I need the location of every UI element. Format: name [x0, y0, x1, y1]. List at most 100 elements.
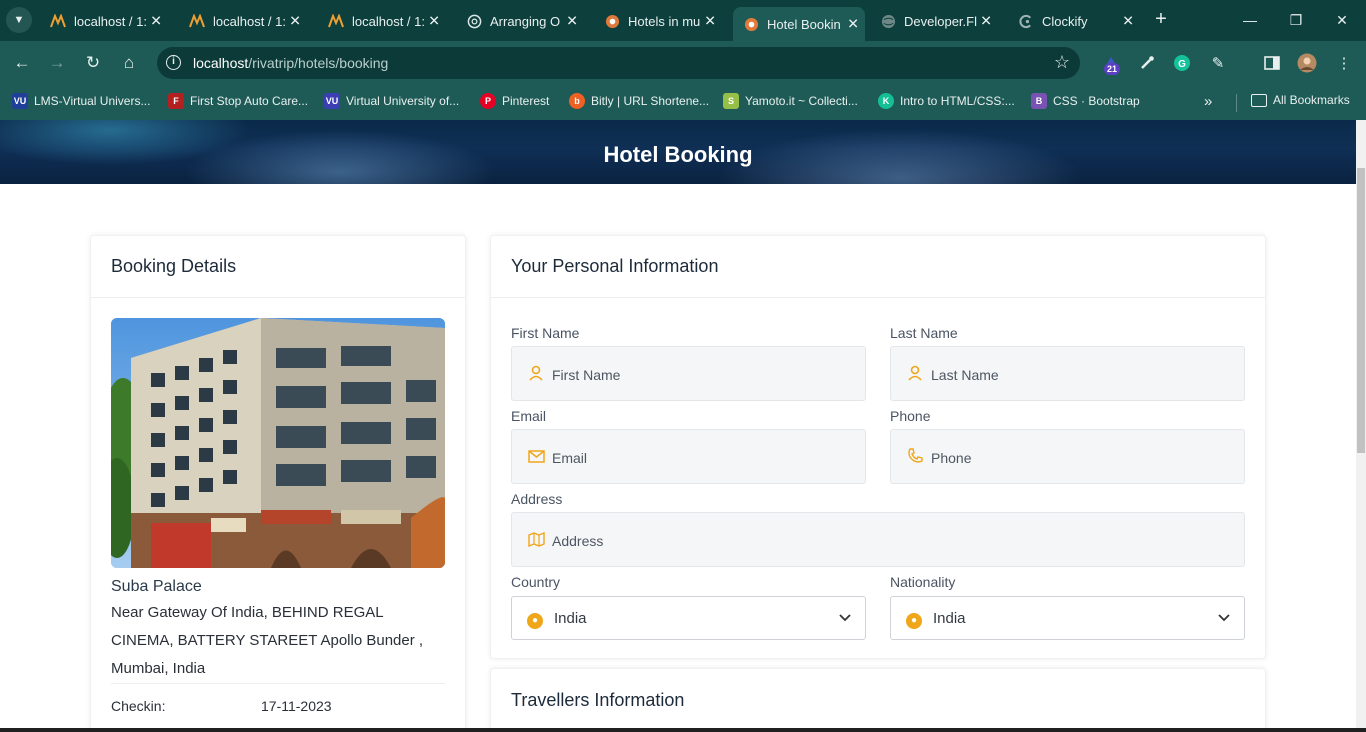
bookmark-first-stop[interactable]: F First Stop Auto Care... [168, 93, 308, 109]
bookmark-bitly[interactable]: b Bitly | URL Shortene... [569, 93, 709, 109]
extensions-puzzle-icon[interactable]: ✎ [1208, 53, 1228, 73]
map-icon [527, 530, 545, 548]
restore-button[interactable]: ❐ [1282, 7, 1310, 33]
first-name-field[interactable]: First Name [511, 346, 866, 401]
close-icon[interactable]: ✕ [428, 13, 440, 30]
eyedropper-extension-icon[interactable] [1137, 53, 1157, 73]
phpmyadmin-icon [50, 13, 66, 29]
chatgpt-icon [466, 13, 482, 29]
bookmark-intro-html-css[interactable]: K Intro to HTML/CSS:... [878, 93, 1015, 109]
profile-avatar[interactable] [1297, 53, 1317, 73]
tab-developer[interactable]: Developer.Fl ✕ [870, 7, 998, 35]
tab-search-button[interactable]: ▼ [6, 7, 32, 33]
tab-clockify[interactable]: Clockify ✕ [1008, 7, 1140, 35]
country-select[interactable]: ● India [511, 596, 866, 640]
url-host: localhost [193, 55, 249, 71]
taskbar-edge [0, 728, 1366, 732]
checkin-label: Checkin: [111, 698, 166, 714]
close-icon[interactable]: ✕ [704, 13, 716, 30]
bookmark-label: First Stop Auto Care... [190, 94, 309, 108]
chevron-down-icon [839, 609, 851, 625]
globe-icon: ● [906, 613, 922, 629]
close-window-button[interactable]: ✕ [1328, 7, 1356, 33]
nationality-select[interactable]: ● India [890, 596, 1245, 640]
vu-icon: VU [324, 93, 340, 109]
svg-text:G: G [1178, 59, 1186, 70]
grammarly-icon[interactable]: G [1172, 53, 1192, 73]
tab-localhost-2[interactable]: localhost / 1: ✕ [179, 7, 307, 35]
bookmark-pinterest[interactable]: P Pinterest [480, 93, 549, 109]
more-menu-icon[interactable]: ⋮ [1334, 53, 1354, 73]
bookmark-label: LMS-Virtual Univers... [34, 94, 151, 108]
address-bar[interactable]: i localhost/rivatrip/hotels/booking ☆ [157, 47, 1080, 79]
new-tab-button[interactable]: + [1150, 8, 1172, 30]
tab-hotel-booking[interactable]: Hotel Bookin ✕ [733, 7, 865, 41]
minimize-button[interactable]: — [1236, 7, 1264, 33]
site-info-icon[interactable]: i [166, 55, 181, 70]
back-button[interactable]: ← [9, 50, 35, 76]
country-value: India [554, 610, 587, 627]
bookmark-label: Virtual University of... [346, 94, 460, 108]
phpmyadmin-icon [328, 13, 344, 29]
bookmark-label: Pinterest [502, 94, 550, 108]
more-bookmarks-chevron-icon[interactable]: » [1204, 93, 1212, 110]
hero-banner: Hotel Booking [0, 120, 1356, 184]
tab-localhost-1[interactable]: localhost / 1: ✕ [40, 7, 168, 35]
tab-title: Hotels in mu [628, 13, 701, 29]
page-title: Hotel Booking [603, 142, 753, 167]
phone-field[interactable]: Phone [890, 429, 1245, 484]
page-viewport: Hotel Booking Booking Details Suba Palac… [0, 120, 1356, 728]
close-icon[interactable]: ✕ [1122, 13, 1134, 30]
home-button[interactable]: ⌂ [116, 50, 142, 76]
close-icon[interactable]: ✕ [289, 13, 301, 30]
last-name-field[interactable]: Last Name [890, 346, 1245, 401]
bookmark-star-icon[interactable]: ☆ [1054, 52, 1070, 73]
close-icon[interactable]: ✕ [847, 16, 859, 33]
address-placeholder: Address [552, 533, 604, 549]
checkin-value: 17-11-2023 [261, 698, 332, 714]
page-scrollbar[interactable] [1356, 120, 1366, 728]
tab-title: Arranging O [490, 13, 561, 29]
reload-button[interactable]: ↻ [80, 50, 106, 76]
pinterest-icon: P [480, 93, 496, 109]
scrollbar-thumb[interactable] [1357, 168, 1365, 453]
bookmark-lms[interactable]: VU LMS-Virtual Univers... [12, 93, 150, 109]
phone-icon [906, 447, 924, 465]
folder-icon [1251, 93, 1267, 107]
bookmark-virtual-university[interactable]: VU Virtual University of... [324, 93, 459, 109]
address-field[interactable]: Address [511, 512, 1245, 567]
nationality-label: Nationality [890, 574, 956, 590]
close-icon[interactable]: ✕ [150, 13, 162, 30]
tab-title: Hotel Bookin [767, 16, 841, 32]
user-icon [527, 364, 545, 382]
divider [111, 683, 445, 684]
tab-title: localhost / 1: [213, 13, 286, 29]
tab-hotels-in-mumbai[interactable]: Hotels in mu ✕ [594, 7, 722, 35]
bookmark-bootstrap[interactable]: B CSS · Bootstrap [1031, 93, 1140, 109]
address-label: Address [511, 491, 563, 507]
khan-academy-icon: K [878, 93, 894, 109]
tab-title: Developer.Fl [904, 13, 977, 29]
bookmark-label: Yamoto.it ~ Collecti... [745, 94, 858, 108]
tab-title: localhost / 1: [352, 13, 425, 29]
close-icon[interactable]: ✕ [980, 13, 992, 30]
personal-information-heading: Your Personal Information [491, 236, 1265, 298]
bookmarks-divider [1236, 94, 1237, 112]
tab-localhost-3[interactable]: localhost / 1: ✕ [318, 7, 446, 35]
bookmark-label: Bitly | URL Shortene... [591, 94, 710, 108]
side-panel-icon[interactable] [1262, 53, 1282, 73]
all-bookmarks[interactable]: All Bookmarks [1251, 93, 1350, 107]
tab-arranging[interactable]: Arranging O ✕ [456, 7, 584, 35]
close-icon[interactable]: ✕ [566, 13, 578, 30]
bookmark-label: CSS · Bootstrap [1053, 94, 1140, 108]
url-text[interactable]: localhost/rivatrip/hotels/booking [193, 55, 388, 71]
forward-button[interactable]: → [44, 50, 70, 76]
clockify-icon [1018, 13, 1034, 29]
hotel-name: Suba Palace [111, 578, 202, 595]
hotel-address: Near Gateway Of India, BEHIND REGAL CINE… [111, 604, 424, 677]
email-field[interactable]: Email [511, 429, 866, 484]
bookmark-yamoto[interactable]: S Yamoto.it ~ Collecti... [723, 93, 858, 109]
extension-badge: 21 [1104, 63, 1121, 75]
personal-information-card: Your Personal Information First Name Fir… [490, 235, 1266, 659]
tab-title: localhost / 1: [74, 13, 147, 29]
